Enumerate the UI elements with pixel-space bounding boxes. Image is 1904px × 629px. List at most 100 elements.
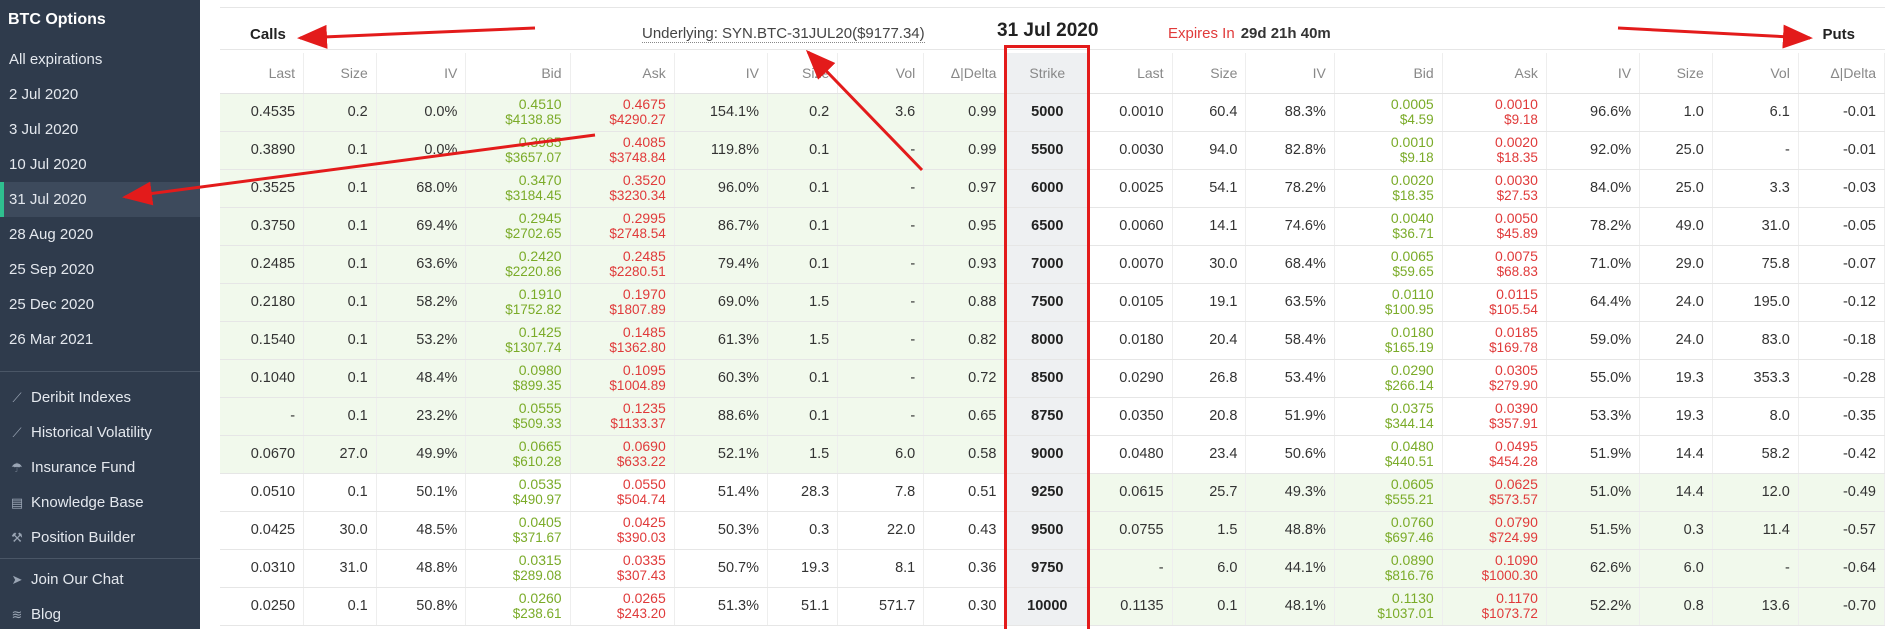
sidebar-expiration-item[interactable]: 28 Aug 2020 — [0, 217, 200, 252]
put-column-header[interactable]: Δ|Delta — [1798, 53, 1886, 94]
call-ask-cell[interactable]: 0.0550 $504.74 — [570, 473, 675, 512]
put-bid-cell[interactable]: 0.0005 $4.59 — [1334, 93, 1443, 132]
call-ask-cell[interactable]: 0.1970 $1807.89 — [570, 283, 675, 322]
put-ask-cell[interactable]: 0.0075 $68.83 — [1442, 245, 1547, 284]
call-column-header[interactable]: Ask — [570, 53, 675, 94]
put-bid-cell[interactable]: 0.0290 $266.14 — [1334, 359, 1443, 398]
call-bid-cell[interactable]: 0.0405 $371.67 — [465, 511, 571, 550]
call-bid-cell[interactable]: 0.3470 $3184.45 — [465, 169, 571, 208]
put-ask-cell[interactable]: 0.1170 $1073.72 — [1442, 587, 1547, 626]
sidebar-link[interactable]: ☂ Insurance Fund — [0, 450, 200, 485]
call-ask-cell[interactable]: 0.4085 $3748.84 — [570, 131, 675, 170]
sidebar-link[interactable]: ▤ Knowledge Base — [0, 485, 200, 520]
call-column-header[interactable]: Size — [767, 53, 839, 94]
put-ask-cell[interactable]: 0.0625 $573.57 — [1442, 473, 1547, 512]
table-row[interactable]: 0.2180 0.1 58.2% 0.1910 $1752.82 0.1970 $1807.… — [220, 283, 1886, 322]
put-column-header[interactable]: Bid — [1334, 53, 1443, 94]
call-bid-cell[interactable]: 0.3985 $3657.07 — [465, 131, 571, 170]
sidebar-link[interactable]: ⟋ Historical Volatility — [0, 415, 200, 450]
put-bid-cell[interactable]: 0.0890 $816.76 — [1334, 549, 1443, 588]
call-ask-cell[interactable]: 0.4675 $4290.27 — [570, 93, 675, 132]
put-column-header[interactable]: Vol — [1712, 53, 1799, 94]
table-row[interactable]: 0.3750 0.1 69.4% 0.2945 $2702.65 0.2995 $2748.… — [220, 207, 1886, 246]
put-ask-cell[interactable]: 0.0495 $454.28 — [1442, 435, 1547, 474]
put-bid-cell[interactable]: 0.0065 $59.65 — [1334, 245, 1443, 284]
table-row[interactable]: 0.3525 0.1 68.0% 0.3470 $3184.45 0.3520 $3230.… — [220, 169, 1886, 208]
put-column-header[interactable]: Size — [1172, 53, 1247, 94]
table-row[interactable]: 0.0670 27.0 49.9% 0.0665 $610.28 0.0690 $633.2… — [220, 435, 1886, 474]
put-bid-cell[interactable]: 0.1130 $1037.01 — [1334, 587, 1443, 626]
put-ask-cell[interactable]: 0.1090 $1000.30 — [1442, 549, 1547, 588]
call-column-header[interactable]: Δ|Delta — [923, 53, 1006, 94]
call-ask-cell[interactable]: 0.2995 $2748.54 — [570, 207, 675, 246]
call-bid-cell[interactable]: 0.0260 $238.61 — [465, 587, 571, 626]
put-ask-cell[interactable]: 0.0390 $357.91 — [1442, 397, 1547, 436]
call-ask-cell[interactable]: 0.3520 $3230.34 — [570, 169, 675, 208]
call-bid-cell[interactable]: 0.1910 $1752.82 — [465, 283, 571, 322]
call-bid-cell[interactable]: 0.0535 $490.97 — [465, 473, 571, 512]
sidebar-expiration-item[interactable]: 25 Dec 2020 — [0, 287, 200, 322]
put-bid-cell[interactable]: 0.0040 $36.71 — [1334, 207, 1443, 246]
table-row[interactable]: 0.0250 0.1 50.8% 0.0260 $238.61 0.0265 $243.20… — [220, 587, 1886, 626]
call-column-header[interactable]: Vol — [837, 53, 925, 94]
call-ask-cell[interactable]: 0.1235 $1133.37 — [570, 397, 675, 436]
put-column-header[interactable]: Size — [1639, 53, 1713, 94]
sidebar-expiration-item[interactable]: 26 Mar 2021 — [0, 322, 200, 357]
put-bid-cell[interactable]: 0.0180 $165.19 — [1334, 321, 1443, 360]
put-bid-cell[interactable]: 0.0480 $440.51 — [1334, 435, 1443, 474]
call-column-header[interactable]: Bid — [465, 53, 571, 94]
sidebar-link[interactable]: ⟋ Deribit Indexes — [0, 380, 200, 415]
sidebar-link[interactable]: ⚒ Position Builder — [0, 520, 200, 555]
put-bid-cell[interactable]: 0.0020 $18.35 — [1334, 169, 1443, 208]
call-bid-cell[interactable]: 0.1425 $1307.74 — [465, 321, 571, 360]
call-bid-cell[interactable]: 0.0665 $610.28 — [465, 435, 571, 474]
call-bid-cell[interactable]: 0.0980 $899.35 — [465, 359, 571, 398]
put-column-header[interactable]: Ask — [1442, 53, 1547, 94]
put-ask-cell[interactable]: 0.0790 $724.99 — [1442, 511, 1547, 550]
sidebar-expiration-item[interactable]: 3 Jul 2020 — [0, 112, 200, 147]
sidebar-link[interactable]: ➤ Join Our Chat — [0, 562, 200, 597]
call-column-header[interactable]: Size — [303, 53, 377, 94]
table-row[interactable]: 0.0510 0.1 50.1% 0.0535 $490.97 0.0550 $504.74… — [220, 473, 1886, 512]
put-ask-cell[interactable]: 0.0020 $18.35 — [1442, 131, 1547, 170]
put-bid-cell[interactable]: 0.0760 $697.46 — [1334, 511, 1443, 550]
put-ask-cell[interactable]: 0.0305 $279.90 — [1442, 359, 1547, 398]
table-row[interactable]: 0.4535 0.2 0.0% 0.4510 $4138.85 0.4675 $4290.2… — [220, 93, 1886, 132]
call-bid-cell[interactable]: 0.4510 $4138.85 — [465, 93, 571, 132]
put-bid-cell[interactable]: 0.0010 $9.18 — [1334, 131, 1443, 170]
call-bid-cell[interactable]: 0.2420 $2220.86 — [465, 245, 571, 284]
sidebar-expiration-item[interactable]: All expirations — [0, 42, 200, 77]
call-bid-cell[interactable]: 0.0555 $509.33 — [465, 397, 571, 436]
put-ask-cell[interactable]: 0.0115 $105.54 — [1442, 283, 1547, 322]
table-row[interactable]: -0.1 23.2% 0.0555 $509.33 0.1235 $1133.37 88.6… — [220, 397, 1886, 436]
call-ask-cell[interactable]: 0.1485 $1362.80 — [570, 321, 675, 360]
call-ask-cell[interactable]: 0.0425 $390.03 — [570, 511, 675, 550]
put-bid-cell[interactable]: 0.0375 $344.14 — [1334, 397, 1443, 436]
call-bid-cell[interactable]: 0.2945 $2702.65 — [465, 207, 571, 246]
put-ask-cell[interactable]: 0.0030 $27.53 — [1442, 169, 1547, 208]
call-ask-cell[interactable]: 0.0335 $307.43 — [570, 549, 675, 588]
put-bid-cell[interactable]: 0.0110 $100.95 — [1334, 283, 1443, 322]
table-row[interactable]: 0.0425 30.0 48.5% 0.0405 $371.67 0.0425 $390.0… — [220, 511, 1886, 550]
call-ask-cell[interactable]: 0.0690 $633.22 — [570, 435, 675, 474]
call-column-header[interactable]: IV — [376, 53, 467, 94]
call-column-header[interactable]: Last — [220, 53, 305, 94]
table-row[interactable]: 0.2485 0.1 63.6% 0.2420 $2220.86 0.2485 $2280.… — [220, 245, 1886, 284]
call-bid-cell[interactable]: 0.0315 $289.08 — [465, 549, 571, 588]
table-row[interactable]: 0.1040 0.1 48.4% 0.0980 $899.35 0.1095 $1004.8… — [220, 359, 1886, 398]
sidebar-expiration-item[interactable]: 31 Jul 2020 — [0, 182, 200, 217]
sidebar-expiration-item[interactable]: 10 Jul 2020 — [0, 147, 200, 182]
table-row[interactable]: 0.3890 0.1 0.0% 0.3985 $3657.07 0.4085 $3748.8… — [220, 131, 1886, 170]
table-row[interactable]: 0.1540 0.1 53.2% 0.1425 $1307.74 0.1485 $1362.… — [220, 321, 1886, 360]
call-ask-cell[interactable]: 0.2485 $2280.51 — [570, 245, 675, 284]
put-column-header[interactable]: Last — [1089, 53, 1173, 94]
put-bid-cell[interactable]: 0.0605 $555.21 — [1334, 473, 1443, 512]
put-ask-cell[interactable]: 0.0185 $169.78 — [1442, 321, 1547, 360]
call-ask-cell[interactable]: 0.0265 $243.20 — [570, 587, 675, 626]
underlying-label[interactable]: Underlying: SYN.BTC-31JUL20($9177.34) — [642, 25, 925, 43]
put-ask-cell[interactable]: 0.0050 $45.89 — [1442, 207, 1547, 246]
sidebar-expiration-item[interactable]: 25 Sep 2020 — [0, 252, 200, 287]
put-column-header[interactable]: IV — [1546, 53, 1641, 94]
put-ask-cell[interactable]: 0.0010 $9.18 — [1442, 93, 1547, 132]
table-row[interactable]: 0.0310 31.0 48.8% 0.0315 $289.08 0.0335 $307.4… — [220, 549, 1886, 588]
